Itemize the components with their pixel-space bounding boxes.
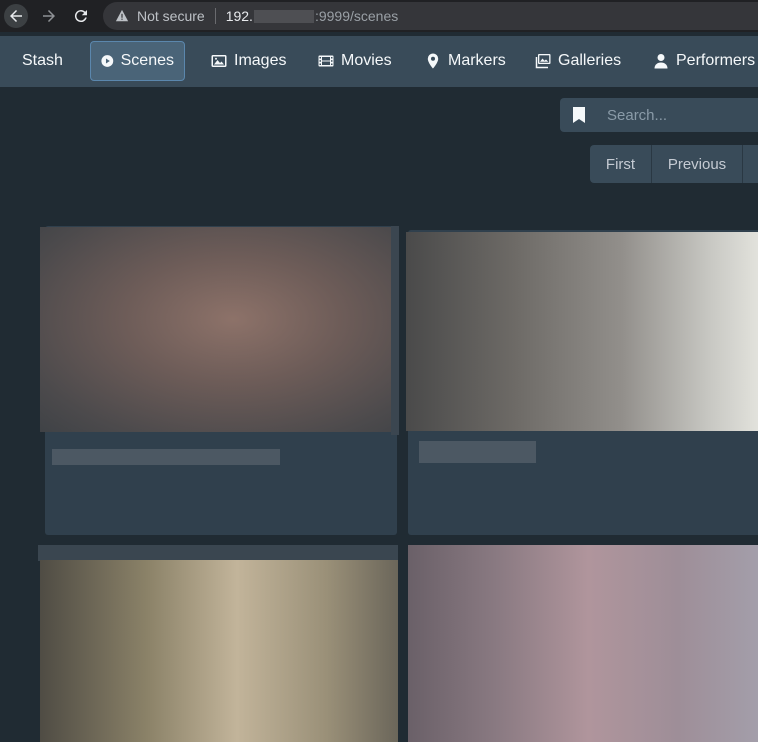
nav-label: Galleries: [558, 52, 622, 69]
reload-button[interactable]: [69, 4, 93, 28]
user-icon: [654, 54, 668, 69]
pagination: First Previous: [590, 145, 758, 183]
app-navbar: Stash Scenes Images Movies Markers Galle…: [0, 36, 758, 87]
url-path: :9999/scenes: [314, 8, 399, 24]
nav-markers[interactable]: Markers: [415, 41, 516, 81]
nav-images[interactable]: Images: [201, 41, 296, 81]
nav-label: Images: [234, 52, 287, 69]
security-label[interactable]: Not secure: [137, 8, 205, 24]
back-button[interactable]: [4, 4, 28, 28]
arrow-right-icon: [43, 10, 55, 22]
nav-label: Markers: [448, 52, 506, 69]
nav-galleries[interactable]: Galleries: [525, 41, 631, 81]
warning-icon: [115, 9, 129, 23]
reload-icon: [74, 10, 87, 23]
images-icon: [535, 54, 551, 69]
search-input[interactable]: Search...: [607, 107, 667, 124]
nav-performers[interactable]: Performers: [643, 41, 758, 81]
scene-thumbnail[interactable]: [408, 545, 758, 742]
map-marker-icon: [427, 53, 439, 69]
browser-toolbar: Not secure 192. :9999/scenes: [0, 0, 758, 32]
nav-scenes[interactable]: Scenes: [90, 41, 185, 81]
scene-title-redacted[interactable]: [419, 441, 536, 463]
scene-title-redacted[interactable]: [52, 449, 280, 465]
url-redacted: [253, 9, 314, 23]
address-bar[interactable]: Not secure 192. :9999/scenes: [103, 2, 758, 30]
brand-link[interactable]: Stash: [22, 52, 63, 70]
scene-thumbnail-edge: [38, 545, 398, 561]
scene-thumbnail[interactable]: [406, 232, 758, 431]
nav-label: Performers: [676, 52, 756, 69]
nav-label: Movies: [341, 52, 392, 69]
forward-button[interactable]: [37, 4, 61, 28]
scene-thumbnail-edge: [391, 226, 399, 435]
play-circle-icon: [101, 55, 114, 67]
arrow-left-icon: [10, 10, 22, 22]
scene-thumbnail[interactable]: [40, 227, 391, 432]
scene-thumbnail[interactable]: [40, 560, 398, 742]
previous-page-button[interactable]: Previous: [652, 145, 743, 183]
search-box[interactable]: Search...: [560, 98, 758, 132]
url-host: 192.: [225, 8, 253, 24]
nav-label: Scenes: [120, 52, 174, 69]
bookmark-icon[interactable]: [572, 107, 586, 123]
film-icon: [318, 55, 334, 67]
first-page-button[interactable]: First: [590, 145, 652, 183]
url-divider: [214, 8, 216, 24]
page-button[interactable]: [743, 145, 758, 183]
nav-movies[interactable]: Movies: [308, 41, 402, 81]
image-icon: [211, 55, 227, 67]
